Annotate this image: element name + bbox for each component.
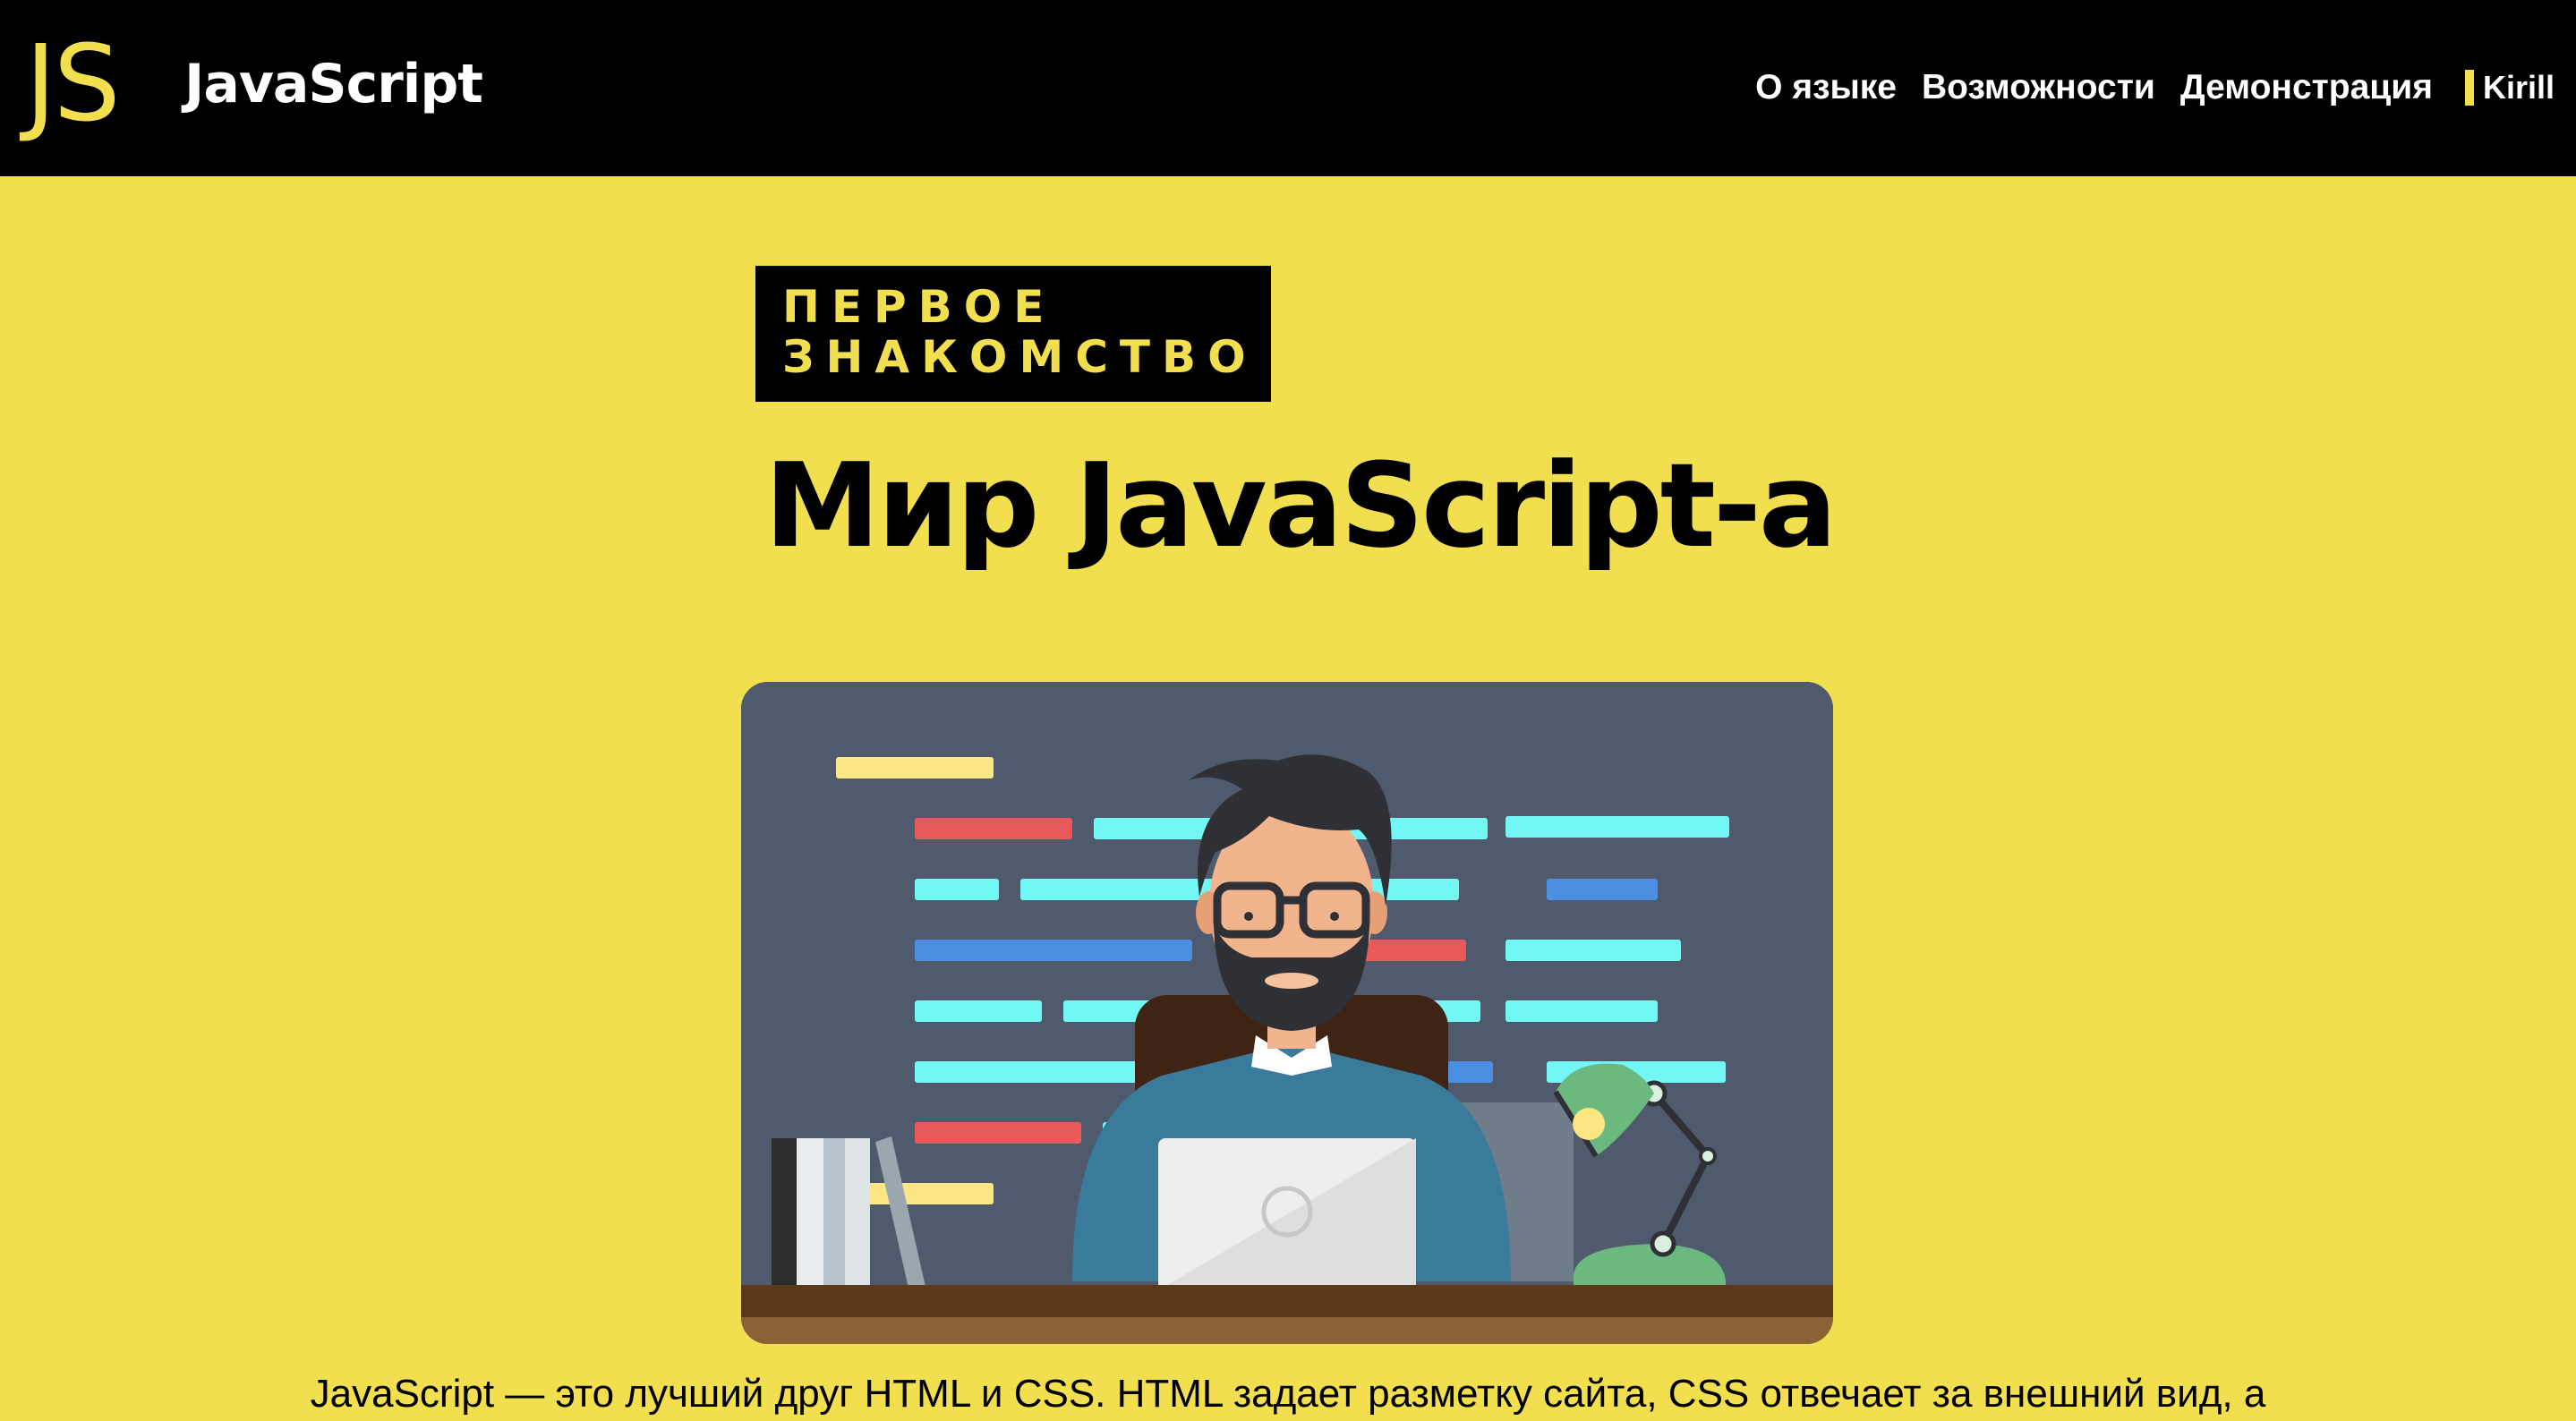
site-title[interactable]: JavaScript <box>184 57 483 111</box>
desk-edge <box>741 1317 1833 1344</box>
main-nav: О языке Возможности Демонстрация Kirill <box>1730 63 2555 113</box>
section-badge: ПЕРВОЕ ЗНАКОМСТВО <box>755 266 1271 402</box>
user-menu[interactable]: Kirill <box>2464 69 2555 106</box>
user-name: Kirill <box>2482 69 2555 106</box>
developer-illustration-svg <box>741 682 1833 1344</box>
nav-link-demo[interactable]: Демонстрация <box>2180 68 2433 107</box>
badge-line-2: ЗНАКОМСТВО <box>782 331 1258 383</box>
user-marker <box>2464 70 2474 106</box>
intro-paragraph: JavaScript — это лучший друг HTML и CSS.… <box>310 1372 2266 1416</box>
page-title: Мир JavaScript-а <box>764 438 1838 574</box>
top-navigation-bar: JS JavaScript О языке Возможности Демонс… <box>0 0 2576 176</box>
nav-link-about[interactable]: О языке <box>1755 68 1897 107</box>
desk-top <box>741 1285 1833 1317</box>
developer-illustration <box>741 682 1833 1344</box>
nav-link-features[interactable]: Возможности <box>1922 68 2155 107</box>
badge-line-1: ПЕРВОЕ <box>782 281 1056 333</box>
js-logo[interactable]: JS <box>25 30 121 136</box>
